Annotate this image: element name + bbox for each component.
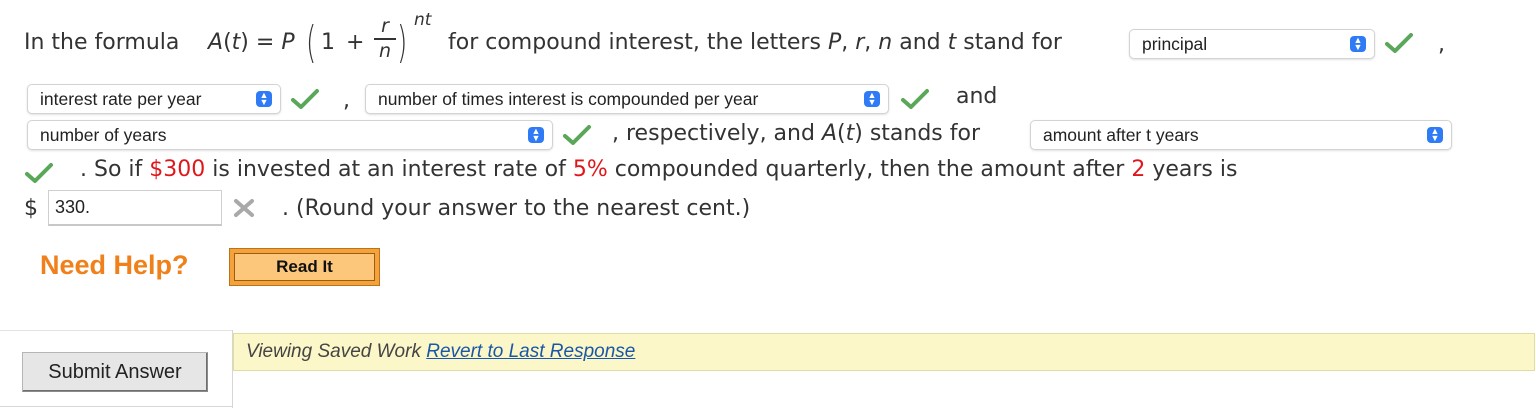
select-n-meaning[interactable]: number of times interest is compounded p…	[365, 84, 889, 114]
answer-input[interactable]	[48, 190, 222, 226]
question-line4-text: . So if $300 is invested at an interest …	[80, 157, 1237, 183]
select-A-meaning[interactable]: amount after t years ▲ ▼	[1030, 120, 1452, 150]
round-note: . (Round your answer to the nearest cent…	[282, 196, 751, 221]
line4-post: years is	[1152, 157, 1238, 182]
chevron-updown-icon: ▲ ▼	[1427, 127, 1443, 143]
chevron-updown-icon: ▲ ▼	[528, 127, 544, 143]
divider	[0, 406, 232, 407]
line4-mid2: compounded quarterly, then the amount af…	[614, 157, 1125, 182]
principal-amount: $300	[149, 157, 206, 182]
years-value: 2	[1131, 157, 1146, 182]
select-P-meaning[interactable]: principal ▲ ▼	[1129, 29, 1375, 59]
mid-text: for compound interest, the letters	[448, 30, 821, 55]
check-icon	[901, 89, 929, 109]
formula-denominator: n	[378, 39, 392, 62]
saved-work-notice: Viewing Saved Work Revert to Last Respon…	[233, 333, 1535, 371]
revert-link[interactable]: Revert to Last Response	[426, 341, 635, 362]
read-it-button[interactable]: Read It	[229, 248, 380, 286]
formula-equals: =	[255, 30, 275, 55]
check-icon	[291, 89, 319, 109]
formula-numerator: r	[381, 15, 389, 37]
and-connector: and	[956, 84, 998, 109]
select-value: interest rate per year	[40, 89, 202, 109]
stands-for: stands for	[869, 121, 981, 146]
chevron-updown-icon: ▲ ▼	[864, 91, 880, 107]
letter-t: t	[947, 30, 957, 55]
x-icon	[234, 199, 254, 217]
A-fn: A	[821, 121, 838, 146]
formula-P: P	[281, 30, 295, 55]
and-word: and	[899, 30, 941, 55]
select-value: principal	[1142, 34, 1208, 54]
submit-answer-button[interactable]: Submit Answer	[22, 352, 208, 392]
formula-fn-A: A	[208, 30, 224, 55]
check-icon	[1385, 33, 1413, 53]
chevron-updown-icon: ▲ ▼	[256, 91, 272, 107]
select-value: number of years	[40, 125, 167, 145]
interest-rate: 5%	[572, 157, 608, 182]
formula-var-t: t	[231, 30, 241, 55]
line4-pre: . So if	[80, 157, 143, 182]
respectively-text: , respectively, and	[612, 121, 815, 146]
letter-r: r	[855, 30, 865, 55]
comma-1: ,	[1438, 32, 1445, 57]
letter-n: n	[878, 30, 893, 55]
divider	[0, 330, 232, 331]
chevron-updown-icon: ▲ ▼	[1350, 36, 1366, 52]
comma-2: ,	[343, 88, 350, 113]
select-t-meaning[interactable]: number of years ▲ ▼	[27, 120, 553, 150]
select-r-meaning[interactable]: interest rate per year ▲ ▼	[27, 84, 281, 114]
select-value: amount after t years	[1043, 125, 1199, 145]
formula-paren-close: )	[397, 17, 408, 68]
viewing-saved-work: Viewing Saved Work	[246, 341, 421, 362]
check-icon	[563, 125, 591, 145]
formula-paren-open: (	[306, 17, 317, 68]
need-help-label: Need Help?	[40, 250, 189, 280]
question-intro: In the formula	[24, 30, 180, 55]
question-line1-text: for compound interest, the letters P, r,…	[448, 30, 1062, 55]
formula-exponent: nt	[414, 10, 432, 30]
question-line3-text: , respectively, and A(t) stands for	[612, 121, 981, 146]
formula-one: 1	[321, 30, 335, 55]
formula-fraction: r n	[374, 15, 396, 61]
formula-lhs: A(t) = P	[208, 30, 295, 55]
dollar-sign: $	[24, 196, 38, 221]
line4-mid: is invested at an interest rate of	[212, 157, 566, 182]
select-value: number of times interest is compounded p…	[378, 89, 759, 109]
letter-P: P	[827, 30, 842, 55]
stand-for: stand for	[963, 30, 1062, 55]
formula-plus: +	[346, 30, 365, 55]
read-it-label: Read It	[234, 253, 375, 281]
check-icon	[25, 163, 53, 183]
A-var: t	[845, 121, 855, 146]
